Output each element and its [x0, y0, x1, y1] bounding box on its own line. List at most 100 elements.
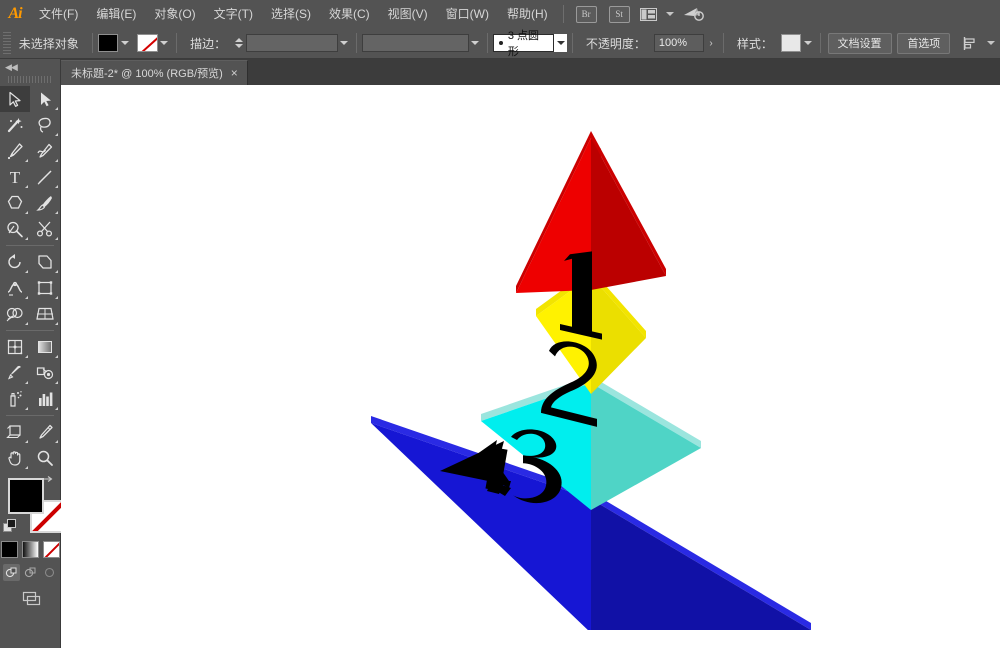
tools-panel-collapse[interactable]: ◀◀ — [0, 59, 60, 75]
tool-group-indicator — [25, 322, 28, 325]
close-icon[interactable]: × — [231, 67, 238, 79]
tool-free-transform[interactable] — [30, 275, 60, 301]
stroke-color-swatch[interactable] — [137, 34, 158, 52]
pyramid-artwork[interactable] — [371, 130, 811, 630]
tool-zoom[interactable] — [30, 445, 60, 471]
color-controls — [0, 475, 63, 537]
menu-edit[interactable]: 编辑(E) — [87, 0, 145, 28]
tool-mesh[interactable] — [0, 334, 30, 360]
menu-bar: Ai 文件(F) 编辑(E) 对象(O) 文字(T) 选择(S) 效果(C) 视… — [0, 0, 1000, 29]
tool-width[interactable] — [0, 275, 30, 301]
tool-scale[interactable] — [30, 249, 60, 275]
tool-group-indicator — [25, 185, 28, 188]
tool-scissors[interactable] — [30, 216, 60, 242]
tool-hand[interactable] — [0, 445, 30, 471]
tools-panel: ◀◀ T — [0, 59, 63, 648]
tool-shape-builder[interactable] — [0, 301, 30, 327]
tool-selection[interactable] — [0, 86, 30, 112]
menu-file[interactable]: 文件(F) — [30, 0, 87, 28]
canvas-area[interactable] — [61, 85, 1000, 648]
tool-group-indicator — [55, 270, 58, 273]
default-fill-stroke-icon[interactable] — [3, 519, 18, 537]
fill-color-swatch[interactable] — [97, 34, 119, 52]
tool-rectangle[interactable] — [0, 190, 30, 216]
tool-group-indicator — [25, 440, 28, 443]
tool-group-indicator — [55, 211, 58, 214]
brush-definition-dropdown[interactable] — [554, 34, 567, 52]
stroke-profile-field[interactable] — [362, 34, 469, 52]
brush-preview-icon — [499, 41, 503, 45]
tool-curvature[interactable] — [30, 138, 60, 164]
menu-view[interactable]: 视图(V) — [379, 0, 437, 28]
tool-gradient[interactable] — [30, 334, 60, 360]
tool-type[interactable]: T — [0, 164, 30, 190]
tool-line-segment[interactable] — [30, 164, 60, 190]
menu-divider — [562, 5, 564, 23]
menu-help[interactable]: 帮助(H) — [498, 0, 557, 28]
stock-icon[interactable]: St — [608, 5, 630, 23]
tool-shaper[interactable] — [0, 216, 30, 242]
tool-symbol-sprayer[interactable] — [0, 386, 30, 412]
tool-group-indicator — [25, 237, 28, 240]
workspace-layout-icon[interactable] — [639, 7, 657, 21]
tool-paintbrush[interactable] — [30, 190, 60, 216]
tool-magic-wand[interactable] — [0, 112, 30, 138]
stroke-weight-field[interactable] — [245, 34, 338, 52]
tool-group-indicator — [55, 296, 58, 299]
tools-panel-grip[interactable] — [8, 76, 52, 83]
swatch-gradient[interactable] — [21, 541, 39, 558]
menu-window[interactable]: 窗口(W) — [437, 0, 498, 28]
tool-artboard[interactable] — [0, 419, 30, 445]
tool-rotate[interactable] — [0, 249, 30, 275]
align-objects-icon[interactable] — [962, 36, 978, 51]
align-dropdown-chevron-icon[interactable] — [987, 41, 996, 45]
stroke-weight-dropdown[interactable] — [338, 34, 352, 52]
draw-inside[interactable] — [41, 564, 58, 581]
menu-effect[interactable]: 效果(C) — [320, 0, 379, 28]
brush-definition-field[interactable]: 3 点圆形 — [493, 30, 555, 58]
draw-mode-row — [0, 564, 60, 581]
chevron-down-icon[interactable] — [665, 12, 674, 16]
graphic-style-swatch[interactable] — [780, 34, 802, 52]
fill-type-row — [0, 541, 60, 558]
control-divider-7 — [819, 33, 821, 53]
tool-group-indicator — [25, 407, 28, 410]
screen-mode-button[interactable] — [0, 589, 60, 609]
tool-group-indicator — [55, 381, 58, 384]
swatch-none[interactable] — [42, 541, 60, 558]
document-tab[interactable]: 未标题-2* @ 100% (RGB/预览) × — [60, 60, 248, 85]
menu-select[interactable]: 选择(S) — [262, 0, 320, 28]
stroke-color-dropdown[interactable] — [158, 34, 172, 52]
fill-color-box[interactable] — [8, 478, 44, 514]
control-divider-4 — [487, 33, 488, 53]
menu-type[interactable]: 文字(T) — [205, 0, 262, 28]
control-divider-3 — [356, 33, 358, 53]
tool-column-graph[interactable] — [30, 386, 60, 412]
control-bar-grip[interactable] — [3, 32, 11, 54]
tool-pen[interactable] — [0, 138, 30, 164]
preferences-button[interactable]: 首选项 — [897, 32, 951, 54]
opacity-field[interactable]: 100% — [653, 34, 705, 52]
opacity-dropdown[interactable]: › — [704, 34, 718, 52]
opacity-label: 不透明度： — [585, 36, 646, 51]
tool-perspective-grid[interactable] — [30, 301, 60, 327]
document-setup-button[interactable]: 文档设置 — [827, 32, 892, 54]
tool-blend[interactable] — [30, 360, 60, 386]
draw-behind[interactable] — [22, 564, 39, 581]
graphic-style-dropdown[interactable] — [801, 34, 815, 52]
search-tools-icon[interactable] — [683, 6, 705, 22]
stroke-profile-dropdown[interactable] — [469, 34, 483, 52]
bridge-icon[interactable]: Br — [575, 5, 597, 23]
draw-normal[interactable] — [2, 564, 20, 581]
tool-group-indicator — [25, 296, 28, 299]
stroke-weight-label: 描边： — [190, 36, 227, 51]
tool-lasso[interactable] — [30, 112, 60, 138]
tool-group-indicator — [25, 355, 28, 358]
tool-direct-selection[interactable] — [30, 86, 60, 112]
fill-color-dropdown[interactable] — [118, 34, 132, 52]
tool-eyedropper[interactable] — [0, 360, 30, 386]
swatch-color[interactable] — [0, 541, 18, 558]
stroke-weight-stepper[interactable] — [234, 34, 245, 52]
menu-object[interactable]: 对象(O) — [145, 0, 204, 28]
tool-slice[interactable] — [30, 419, 60, 445]
